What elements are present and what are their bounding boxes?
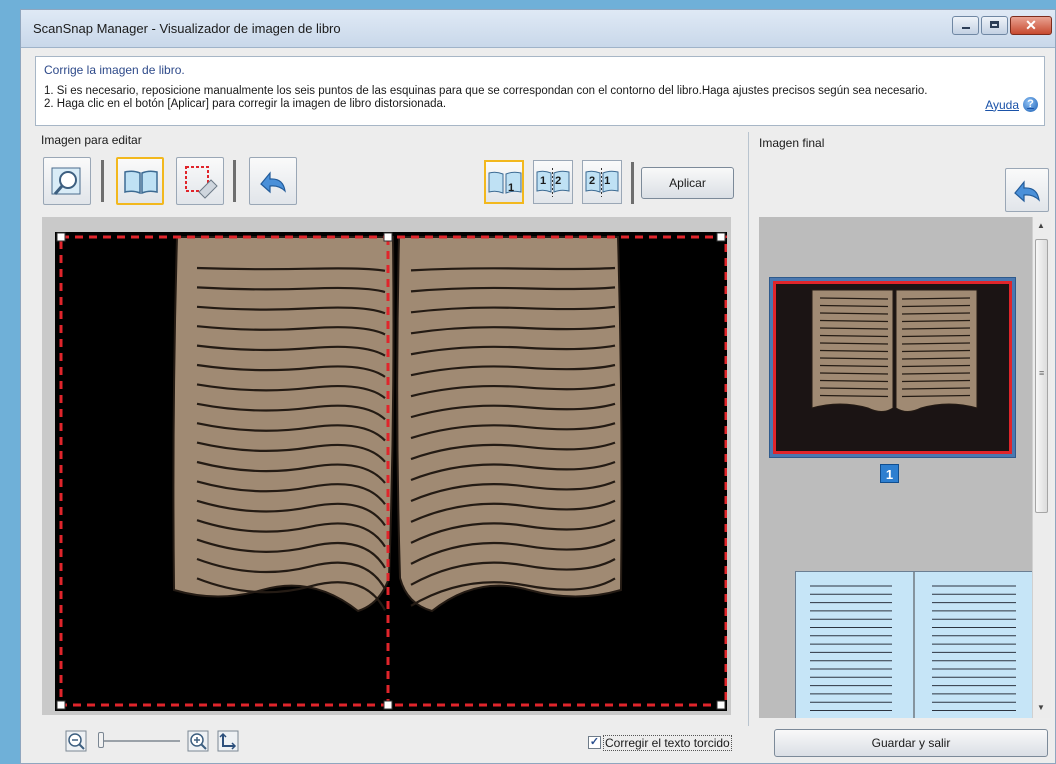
close-icon: ✕ [1025,17,1037,33]
edit-image-label: Imagen para editar [41,133,142,147]
minimize-button[interactable] [952,16,979,35]
two-pages-left-right-button[interactable]: 1 2 [533,160,573,204]
close-button[interactable]: ✕ [1010,16,1052,35]
scroll-grip-icon: ≡ [1039,368,1045,378]
final-thumbnail [773,281,1012,454]
two-pages-right-left-label: 2 1 [589,175,614,187]
preview-text-lines [810,585,1016,711]
edit-canvas[interactable] [42,217,731,715]
corner-handle-top-center[interactable] [383,232,393,242]
undo-icon [1014,180,1040,203]
undo-button[interactable] [249,157,297,205]
help-label: Ayuda [985,97,1019,112]
magnifier-tool-button[interactable] [43,157,91,205]
book-correction-tool-button[interactable] [116,157,164,205]
instructions-panel: Corrige la imagen de libro. 1. Si es nec… [35,56,1045,126]
final-image-panel: 1 [759,217,1032,718]
toolbar-separator [101,160,104,202]
deskew-checkbox[interactable]: ✓ [588,736,601,749]
two-pages-left-right-label: 1 2 [540,175,565,187]
single-page-icon [488,171,522,194]
single-page-mode-button[interactable]: 1 [484,160,524,204]
scanned-book-image [55,232,728,711]
corner-handle-top-left[interactable] [56,232,66,242]
corner-handle-bottom-left[interactable] [56,700,66,710]
final-panel-scrollbar[interactable]: ▲ ≡ ▼ [1032,217,1051,718]
fit-to-window-icon[interactable] [217,730,239,752]
deskew-label[interactable]: Corregir el texto torcido [603,735,732,751]
scansnap-book-viewer-window: ScanSnap Manager - Visualizador de image… [20,9,1056,764]
zoom-out-icon[interactable] [65,730,87,752]
maximize-button[interactable] [981,16,1008,35]
next-page-preview-image [810,572,1016,718]
zoom-in-icon[interactable] [187,730,209,752]
scroll-down-icon[interactable]: ▼ [1037,703,1045,712]
scrollbar-thumb[interactable]: ≡ [1035,239,1048,513]
toolbar-separator [631,162,634,204]
instruction-step-1: 1. Si es necesario, reposicione manualme… [44,85,928,97]
eraser-tool-button[interactable] [176,157,224,205]
window-controls: ✕ [950,16,1052,35]
help-link[interactable]: Ayuda ? [985,97,1038,112]
undo-icon [260,171,286,194]
zoom-slider-thumb[interactable] [98,732,104,748]
scroll-up-icon[interactable]: ▲ [1037,221,1045,230]
book-image-svg [56,232,728,710]
toolbar-separator [233,160,236,202]
page-number-badge: 1 [880,464,899,483]
two-pages-right-left-button[interactable]: 2 1 [582,160,622,204]
final-image-label: Imagen final [759,136,825,150]
book-correction-tool-icon [124,170,158,195]
maximize-icon [990,21,999,28]
next-page-preview[interactable] [795,571,1032,718]
question-icon: ? [1023,97,1038,112]
title-bar[interactable]: ScanSnap Manager - Visualizador de image… [21,10,1055,48]
corner-handle-top-right[interactable] [716,232,726,242]
final-thumbnail-image [811,289,978,412]
zoom-slider-track[interactable] [98,740,180,742]
corner-handle-bottom-center[interactable] [383,700,393,710]
eraser-tool-icon [185,166,218,199]
window-title: ScanSnap Manager - Visualizador de image… [33,21,341,36]
apply-button[interactable]: Aplicar [641,167,734,199]
magnifier-tool-icon [51,167,81,195]
corner-handle-bottom-right[interactable] [716,700,726,710]
minimize-icon [962,27,970,29]
panel-divider [748,132,749,726]
thumbnail-selection-frame[interactable] [769,277,1016,458]
final-undo-button[interactable] [1005,168,1049,212]
instruction-step-2: 2. Haga clic en el botón [Aplicar] para … [44,98,447,110]
save-and-exit-button[interactable]: Guardar y salir [774,729,1048,757]
instructions-heading: Corrige la imagen de libro. [44,63,185,77]
single-page-mode-label: 1 [508,182,515,194]
